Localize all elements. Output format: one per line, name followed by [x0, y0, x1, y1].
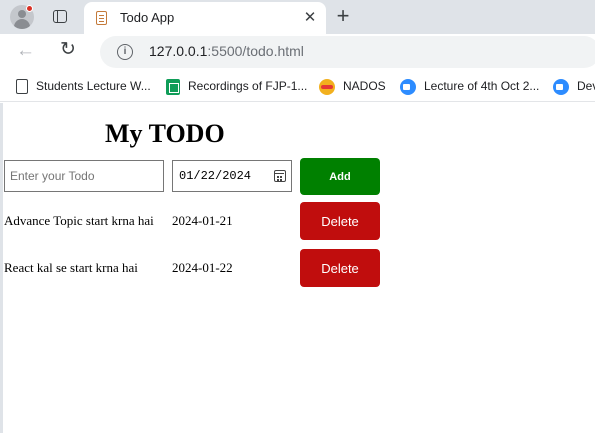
url-host: 127.0.0.1 — [149, 43, 208, 59]
todo-item: Advance Topic start krna hai 2024-01-21 … — [4, 202, 384, 242]
nados-icon — [319, 78, 335, 95]
google-sheets-icon — [166, 78, 180, 95]
todo-name: Advance Topic start krna hai — [4, 213, 154, 228]
page-favicon-icon — [96, 11, 107, 25]
page-content: My TODO 01/22/2024 Add Advance Topic sta… — [0, 103, 595, 433]
url-text: 127.0.0.1:5500/todo.html — [149, 43, 304, 59]
address-bar[interactable]: i 127.0.0.1:5500/todo.html — [100, 36, 595, 68]
zoom-icon — [400, 78, 416, 95]
bookmark-lecture-oct[interactable]: Lecture of 4th Oct 2... — [400, 76, 539, 96]
todo-date: 2024-01-22 — [172, 260, 233, 275]
close-tab-icon[interactable]: ✕ — [300, 8, 320, 28]
browser-toolbar: ← ↻ i 127.0.0.1:5500/todo.html — [0, 34, 595, 70]
page-title: My TODO — [105, 119, 225, 148]
add-button[interactable]: Add — [300, 158, 380, 195]
todo-date: 2024-01-21 — [172, 213, 233, 228]
date-value: 01/22/2024 — [179, 169, 252, 183]
delete-button[interactable]: Delete — [300, 202, 380, 240]
back-arrow-icon[interactable]: ← — [16, 40, 35, 62]
calendar-icon[interactable] — [274, 170, 286, 182]
tab-strip: Todo App ✕ + — [0, 0, 595, 34]
bookmark-label: Lecture of 4th Oct 2... — [424, 79, 540, 93]
bookmark-students-lecture[interactable]: Students Lecture W... — [16, 76, 151, 96]
active-tab[interactable]: Todo App ✕ — [84, 2, 326, 34]
todo-item: React kal se start krna hai 2024-01-22 D… — [4, 249, 384, 289]
profile-notification-dot — [26, 5, 33, 12]
bookmark-dev[interactable]: Dev — [553, 76, 595, 96]
delete-button[interactable]: Delete — [300, 249, 380, 287]
reload-icon[interactable]: ↻ — [60, 39, 76, 61]
document-icon — [16, 79, 28, 95]
tab-actions-icon[interactable] — [49, 7, 71, 27]
bookmarks-bar: Students Lecture W... Recordings of FJP-… — [0, 70, 595, 102]
bookmark-label: Dev — [577, 79, 595, 93]
tab-title: Todo App — [120, 10, 175, 25]
new-tab-icon[interactable]: + — [332, 5, 354, 27]
bookmark-recordings[interactable]: Recordings of FJP-1... — [166, 76, 307, 96]
bookmark-label: Recordings of FJP-1... — [188, 79, 308, 93]
bookmark-label: NADOS — [343, 79, 386, 93]
todo-text-input[interactable] — [4, 160, 164, 192]
zoom-icon — [553, 78, 569, 95]
bookmark-label: Students Lecture W... — [36, 79, 151, 93]
site-info-icon[interactable]: i — [117, 44, 133, 60]
bookmark-nados[interactable]: NADOS — [319, 76, 386, 96]
todo-date-input[interactable]: 01/22/2024 — [172, 160, 292, 192]
todo-name: React kal se start krna hai — [4, 260, 138, 275]
url-path: :5500/todo.html — [207, 43, 304, 59]
